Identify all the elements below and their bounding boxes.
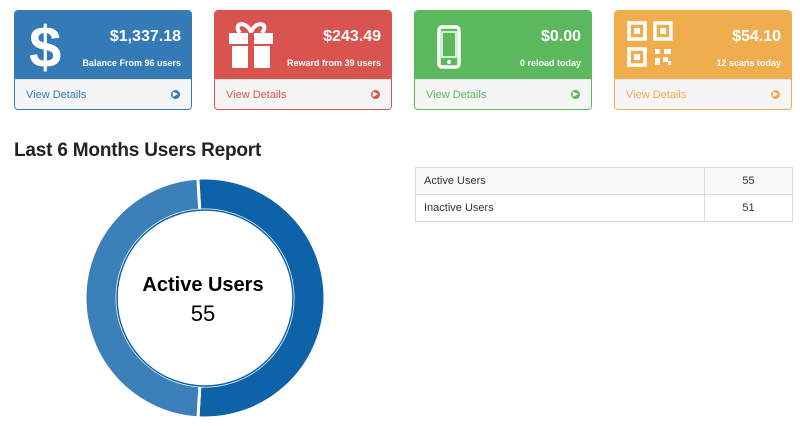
balance-subtitle: Balance From 96 users	[82, 58, 181, 68]
scans-card: $54.10 12 scans today View Details ▶	[614, 10, 792, 110]
reward-card: $243.49 Reward from 39 users View Detail…	[214, 10, 392, 110]
view-details-label: View Details	[226, 88, 287, 101]
donut-center-value: 55	[191, 301, 215, 326]
scans-card-header: $54.10 12 scans today	[615, 11, 791, 79]
row-value: 55	[704, 167, 793, 195]
qr-code-icon	[627, 21, 673, 67]
reward-amount: $243.49	[323, 28, 381, 45]
table-row: Inactive Users 51	[415, 194, 793, 222]
arrow-circle-right-icon: ▶	[171, 90, 180, 99]
scans-amount: $54.10	[732, 28, 781, 45]
view-details-label: View Details	[626, 88, 687, 101]
reload-amount: $0.00	[540, 28, 581, 45]
donut-center-label: Active Users	[142, 274, 263, 296]
scans-subtitle: 12 scans today	[716, 58, 781, 68]
reward-subtitle: Reward from 39 users	[286, 58, 381, 68]
balance-card-header: $ $1,337.18 Balance From 96 users	[15, 11, 191, 79]
users-stats-table: Active Users 55 Inactive Users 51	[415, 167, 793, 222]
balance-card: $ $1,337.18 Balance From 96 users View D…	[14, 10, 192, 110]
view-details-label: View Details	[426, 88, 487, 101]
mobile-phone-icon	[437, 25, 461, 69]
reload-card-header: $0.00 0 reload today	[415, 11, 591, 79]
balance-view-details-link[interactable]: View Details ▶	[15, 79, 191, 109]
row-value: 51	[704, 194, 793, 222]
gift-icon	[229, 22, 273, 68]
arrow-circle-right-icon: ▶	[371, 90, 380, 99]
reload-view-details-link[interactable]: View Details ▶	[415, 79, 591, 109]
row-label: Active Users	[415, 167, 705, 195]
balance-amount: $1,337.18	[109, 28, 181, 45]
dollar-icon: $	[29, 17, 61, 73]
scans-view-details-link[interactable]: View Details ▶	[615, 79, 791, 109]
row-label: Inactive Users	[415, 194, 705, 222]
reward-view-details-link[interactable]: View Details ▶	[215, 79, 391, 109]
arrow-circle-right-icon: ▶	[571, 90, 580, 99]
users-donut-chart: Active Users 55	[83, 176, 327, 420]
reload-card: $0.00 0 reload today View Details ▶	[414, 10, 592, 110]
report-title: Last 6 Months Users Report	[14, 140, 262, 161]
reward-card-header: $243.49 Reward from 39 users	[215, 11, 391, 79]
view-details-label: View Details	[26, 88, 87, 101]
arrow-circle-right-icon: ▶	[771, 90, 780, 99]
donut-center	[119, 212, 291, 384]
table-row: Active Users 55	[415, 167, 793, 195]
reload-subtitle: 0 reload today	[519, 58, 581, 68]
svg-text:$: $	[29, 17, 61, 73]
